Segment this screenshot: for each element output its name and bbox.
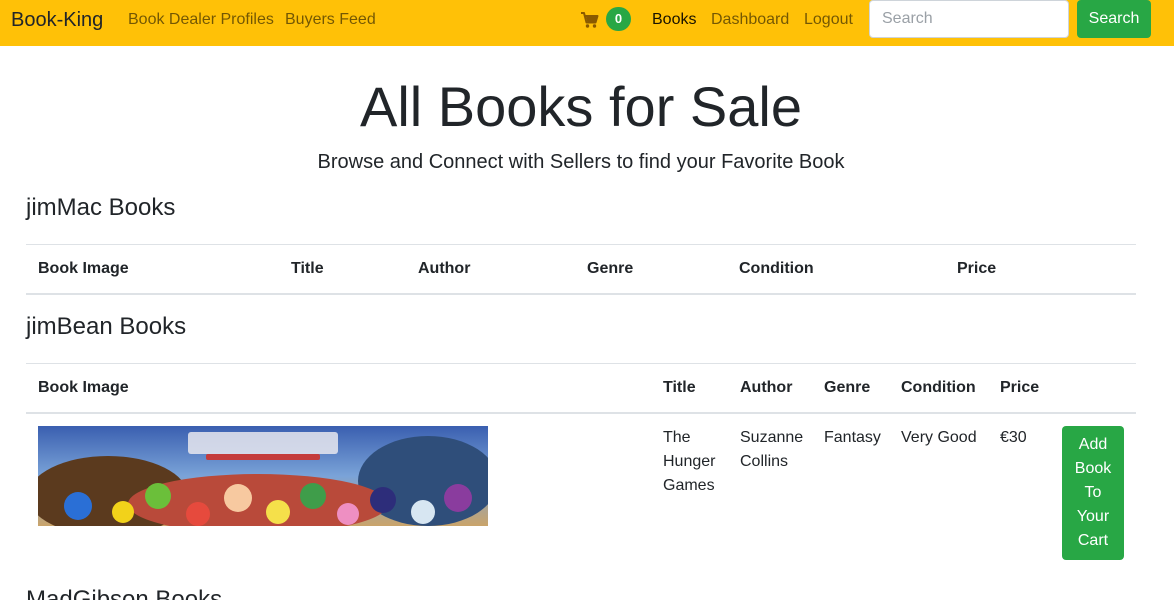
add-button-line: Book: [1074, 460, 1112, 477]
book-author-line: Suzanne: [740, 429, 804, 446]
page-title: All Books for Sale: [360, 75, 802, 138]
column-header-title: Title: [291, 260, 324, 277]
book-title-cell: The Hunger Games: [663, 426, 729, 498]
add-button-line: Your: [1076, 508, 1110, 525]
column-header-price: Price: [957, 260, 997, 277]
column-header-author: Author: [740, 379, 793, 396]
column-header-condition: Condition: [739, 260, 814, 277]
nav-link-book-dealer-profiles[interactable]: Book Dealer Profiles: [128, 11, 274, 29]
column-header-condition: Condition: [901, 379, 976, 396]
add-button-line: Add: [1078, 436, 1108, 453]
cart-count-badge[interactable]: 0: [606, 7, 631, 31]
column-header-author: Author: [418, 260, 471, 277]
add-button-line: Cart: [1077, 532, 1109, 549]
search-input[interactable]: [869, 0, 1069, 38]
add-button-line: To: [1084, 484, 1102, 501]
book-price-cell: €30: [1000, 429, 1027, 446]
seller-section-title: MadGibson Books: [26, 586, 223, 600]
add-book-to-cart-button[interactable]: Add Book To Your Cart: [1062, 426, 1124, 560]
book-title-line: Hunger: [663, 453, 716, 470]
search-button[interactable]: Search: [1077, 0, 1151, 38]
nav-link-books[interactable]: Books: [652, 11, 696, 29]
book-author-cell: Suzanne Collins: [740, 426, 816, 474]
brand-logo-link[interactable]: Book-King: [11, 9, 103, 32]
seller-section-title: jimBean Books: [26, 313, 187, 340]
column-header-book-image: Book Image: [38, 379, 129, 396]
nav-link-buyers-feed[interactable]: Buyers Feed: [285, 11, 376, 29]
nav-link-logout[interactable]: Logout: [804, 11, 853, 29]
book-title-line: Games: [663, 477, 715, 494]
book-author-line: Collins: [740, 453, 789, 470]
seller-section-title: jimMac Books: [26, 194, 176, 221]
column-header-genre: Genre: [824, 379, 871, 396]
table-top-border: [26, 363, 1136, 364]
top-navbar: Book-King Book Dealer Profiles Buyers Fe…: [0, 0, 1174, 46]
page-subtitle: Browse and Connect with Sellers to find …: [317, 151, 845, 173]
column-header-genre: Genre: [587, 260, 634, 277]
column-header-title: Title: [663, 379, 696, 396]
book-genre-cell: Fantasy: [824, 429, 881, 446]
nav-link-dashboard[interactable]: Dashboard: [711, 11, 789, 29]
table-header-border: [26, 412, 1136, 414]
table-header-border: [26, 293, 1136, 295]
book-condition-cell: Very Good: [901, 429, 977, 446]
column-header-price: Price: [1000, 379, 1040, 396]
column-header-book-image: Book Image: [38, 260, 129, 277]
book-cover-image: [38, 426, 488, 526]
shopping-cart-icon[interactable]: [580, 10, 600, 30]
book-title-line: The: [663, 429, 691, 446]
table-top-border: [26, 244, 1136, 245]
